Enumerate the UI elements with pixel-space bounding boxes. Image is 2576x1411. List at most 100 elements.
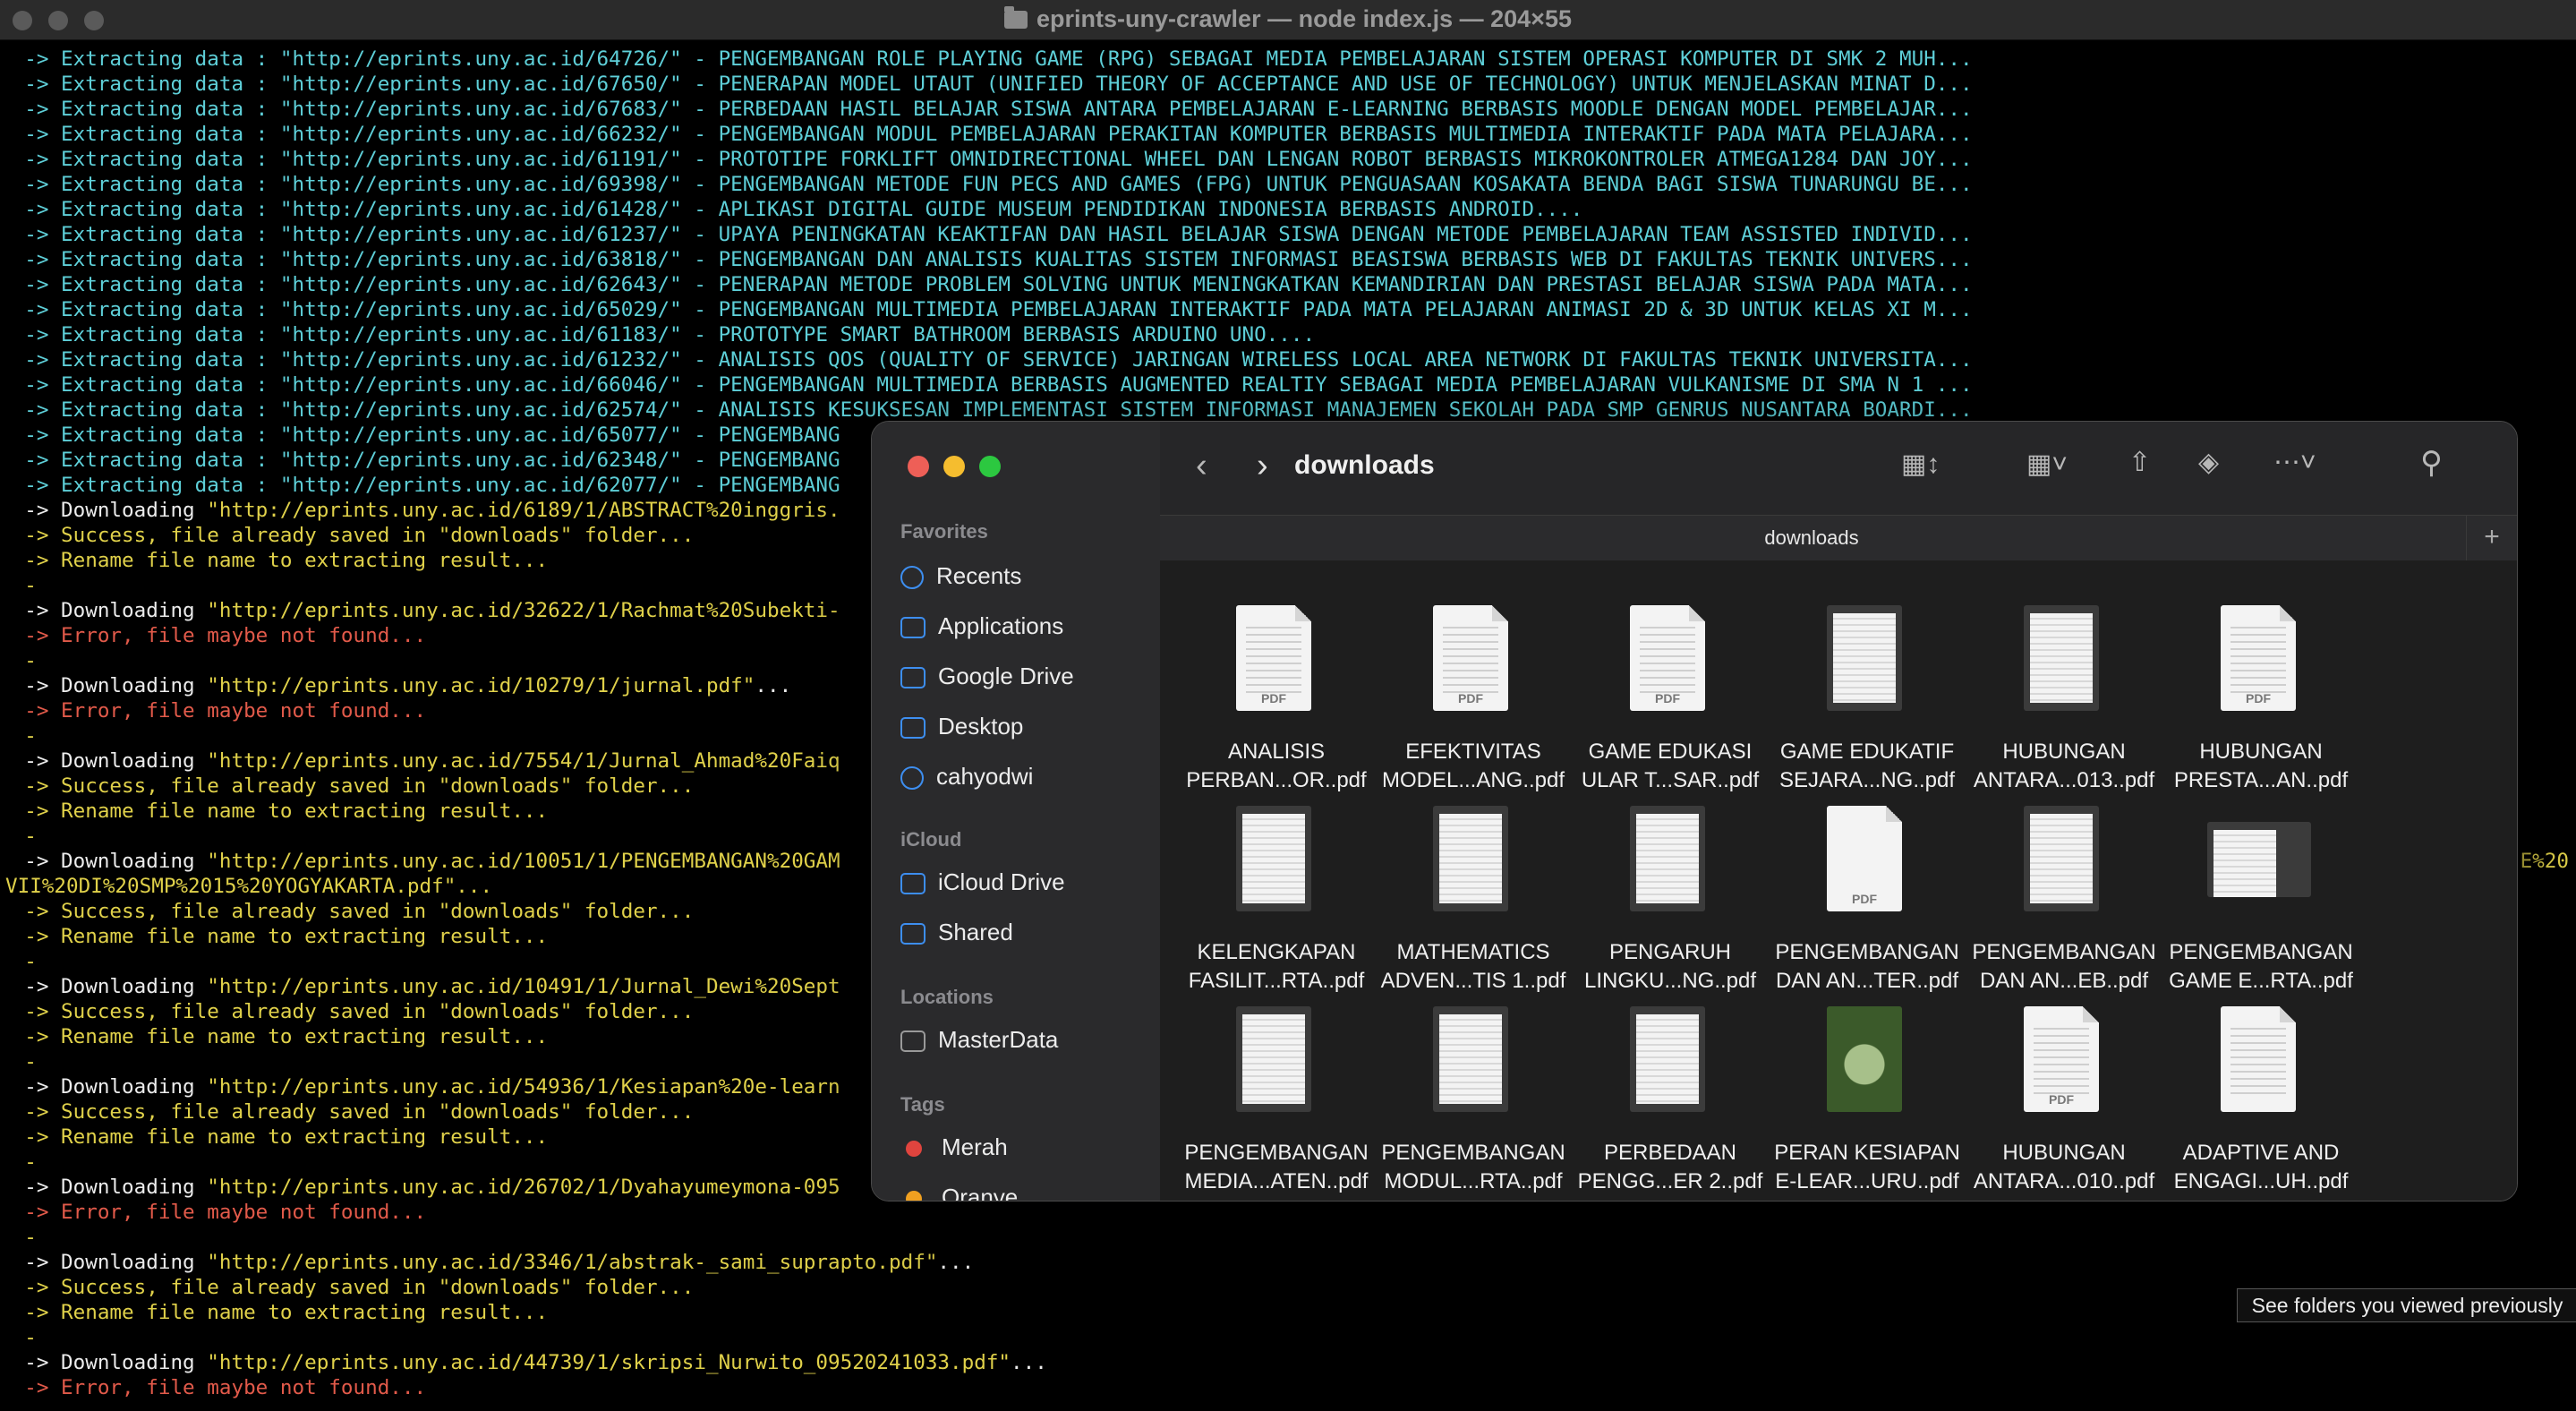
file-name-line2: DAN AN...TER..pdf [1775, 969, 1959, 993]
tag-icon[interactable]: ◈ [2198, 447, 2219, 478]
tag-dot-icon [906, 1191, 922, 1201]
file-item[interactable]: PENGEMBANGAN DAN AN...EB..pdf [1966, 806, 2162, 1003]
line-text: -> Error, file maybe not found... [24, 1201, 427, 1224]
file-item[interactable]: MATHEMATICS ADVEN...TIS 1..pdf [1375, 806, 1572, 1003]
sidebar-item-label: Desktop [938, 713, 1024, 740]
sidebar-item-cahyodwi[interactable]: cahyodwi [900, 757, 1142, 796]
line-suffix: ... [755, 674, 792, 697]
line-text: -> Success, file already saved in "downl… [24, 524, 695, 547]
sidebar-item-recents[interactable]: Recents [900, 556, 1142, 595]
new-tab-button[interactable]: + [2466, 516, 2517, 560]
file-item[interactable]: PDF EFEKTIVITAS MODEL...ANG..pdf [1375, 605, 1572, 802]
file-item[interactable]: ADAPTIVE AND ENGAGI...UH..pdf [2162, 1006, 2359, 1201]
sidebar-item-label: MasterData [938, 1026, 1059, 1053]
more-actions-icon[interactable]: ⋯˅ [2273, 447, 2316, 478]
file-item[interactable]: KELENGKAPAN FASILIT...RTA..pdf [1178, 806, 1375, 1003]
sidebar-item-shared[interactable]: Shared [900, 912, 1142, 952]
file-name: GAME EDUKASI ULAR T...SAR..pdf [1572, 738, 1769, 795]
share-icon[interactable]: ⇧ [2128, 447, 2151, 478]
pdf-thumbnail-icon: PDF [1236, 605, 1311, 711]
terminal-title: eprints-uny-crawler — node index.js — 20… [0, 5, 2576, 33]
pdf-thumbnail-icon: PDF [1827, 806, 1902, 911]
line-text: -> Extracting data : "http://eprints.uny… [24, 248, 1973, 271]
file-name: EFEKTIVITAS MODEL...ANG..pdf [1375, 738, 1572, 795]
line-text: -> Extracting data : "http://eprints.uny… [24, 398, 1973, 422]
group-view-icon[interactable]: ▦˅ [2026, 449, 2068, 480]
pdf-thumbnail-icon: PDF [2221, 605, 2296, 711]
file-item[interactable]: HUBUNGAN ANTARA...013..pdf [1966, 605, 2162, 802]
pdf-thumbnail-icon [1630, 806, 1705, 911]
sidebar-item-label: Google Drive [938, 663, 1074, 689]
line-url: "http://eprints.uny.ac.id/32622/1/Rachma… [207, 599, 840, 622]
file-name-line1: PENGEMBANGAN [1184, 1141, 1369, 1165]
line-prefix: -> Downloading [24, 1075, 208, 1099]
terminal-line: -> Success, file already saved in "downl… [0, 1275, 2576, 1300]
file-name-line2: E-LEAR...URU..pdf [1775, 1169, 1959, 1193]
line-text: -> Success, file already saved in "downl… [24, 1100, 695, 1124]
sidebar-item-masterdata[interactable]: MasterData [900, 1020, 1142, 1059]
line-text: -> Extracting data : "http://eprints.uny… [24, 98, 1973, 121]
pdf-thumbnail-icon [1236, 1006, 1311, 1112]
file-item[interactable]: PDF HUBUNGAN PRESTA...AN..pdf [2162, 605, 2359, 802]
line-text: -> Extracting data : "http://eprints.uny… [24, 123, 1973, 146]
sidebar-item-desktop[interactable]: Desktop [900, 706, 1142, 746]
file-item[interactable]: PDF PENGEMBANGAN DAN AN...TER..pdf [1769, 806, 1966, 1003]
line-text: -> Extracting data : "http://eprints.uny… [24, 474, 840, 497]
pdf-badge: PDF [1458, 691, 1483, 706]
file-item[interactable]: PDF ANALISIS PERBAN...OR..pdf [1178, 605, 1375, 802]
file-name: PENGEMBANGAN DAN AN...TER..pdf [1769, 938, 1966, 996]
sidebar-item-applications[interactable]: Applications [900, 606, 1142, 646]
file-item[interactable]: PENGEMBANGAN GAME E...RTA..pdf [2162, 806, 2359, 1003]
sidebar-item-google-drive[interactable]: Google Drive [900, 656, 1142, 696]
zoom-button[interactable] [979, 456, 1001, 477]
file-item[interactable]: PERBEDAAN PENGG...ER 2..pdf [1572, 1006, 1769, 1201]
tag-dot-icon [906, 1141, 922, 1158]
file-item[interactable]: PENGEMBANGAN MEDIA...ATEN..pdf [1178, 1006, 1375, 1201]
line-text: -> Rename file name to extracting result… [24, 800, 549, 823]
finder-sidebar: Favorites Recents Applications Google Driv… [872, 422, 1161, 1201]
file-name: PENGEMBANGAN MEDIA...ATEN..pdf [1178, 1139, 1375, 1196]
sidebar-item-merah[interactable]: Merah [900, 1127, 1142, 1167]
pdf-thumbnail-icon [1827, 605, 1902, 711]
line-url: "http://eprints.uny.ac.id/7554/1/Jurnal_… [207, 749, 840, 773]
file-name-line2: MODEL...ANG..pdf [1381, 768, 1565, 792]
pdf-thumbnail-icon [1630, 1006, 1705, 1112]
file-item[interactable]: PENGEMBANGAN MODUL...RTA..pdf [1375, 1006, 1572, 1201]
sidebar-item-label: cahyodwi [936, 763, 1034, 790]
terminal-line: -> Extracting data : "http://eprints.uny… [0, 172, 2576, 197]
search-icon[interactable]: ⚲ [2420, 445, 2443, 481]
file-name-line2: GAME E...RTA..pdf [2169, 969, 2353, 993]
line-text: -> Error, file maybe not found... [24, 624, 427, 647]
sidebar-item-icloud-drive[interactable]: iCloud Drive [900, 862, 1142, 902]
file-name-line1: KELENGKAPAN [1197, 940, 1356, 964]
line-url: "http://eprints.uny.ac.id/26702/1/Dyahay… [207, 1176, 840, 1199]
terminal-title-text: eprints-uny-crawler — node index.js — 20… [1036, 5, 1572, 32]
line-text: - [24, 1050, 37, 1073]
line-suffix: ... [1011, 1351, 1047, 1374]
path-bar: downloads + [1160, 515, 2517, 561]
terminal-line: -> Downloading "http://eprints.uny.ac.id… [0, 1350, 2576, 1375]
line-prefix: -> Downloading [24, 499, 208, 522]
file-item[interactable]: PDF GAME EDUKASI ULAR T...SAR..pdf [1572, 605, 1769, 802]
close-button[interactable] [908, 456, 929, 477]
file-name: MATHEMATICS ADVEN...TIS 1..pdf [1375, 938, 1572, 996]
disk-icon [900, 1030, 925, 1053]
file-item[interactable]: GAME EDUKATIF SEJARA...NG..pdf [1769, 605, 1966, 802]
tooltip: See folders you viewed previously [2237, 1288, 2576, 1322]
line-url: "http://eprints.uny.ac.id/10279/1/jurnal… [207, 674, 755, 697]
forward-icon[interactable]: › [1257, 447, 1268, 485]
minimize-button[interactable] [943, 456, 965, 477]
back-icon[interactable]: ‹ [1196, 447, 1207, 485]
pdf-thumbnail-icon [2024, 806, 2099, 911]
file-name-line1: HUBUNGAN [2002, 740, 2126, 764]
icon-view-icon[interactable]: ▦↕ [1901, 449, 1940, 480]
file-item[interactable]: PERAN KESIAPAN E-LEAR...URU..pdf [1769, 1006, 1966, 1201]
file-name-line1: HUBUNGAN [2002, 1141, 2126, 1165]
sidebar-item-oranye[interactable]: Oranye [900, 1177, 1142, 1201]
line-text: -> Extracting data : "http://eprints.uny… [24, 348, 1973, 372]
line-text: - [24, 1326, 37, 1349]
line-suffix: ... [937, 1251, 975, 1274]
file-item[interactable]: PENGARUH LINGKU...NG..pdf [1572, 806, 1769, 1003]
file-name-line1: EFEKTIVITAS [1405, 740, 1541, 764]
file-item[interactable]: PDF HUBUNGAN ANTARA...010..pdf [1966, 1006, 2162, 1201]
